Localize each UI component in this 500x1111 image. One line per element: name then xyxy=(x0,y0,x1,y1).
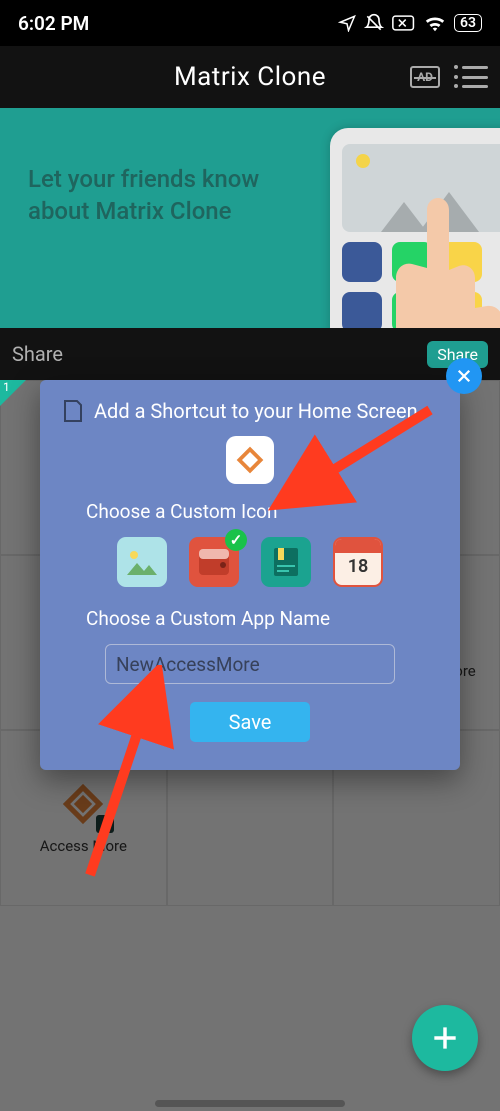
add-fab[interactable] xyxy=(412,1005,478,1071)
promo-text: Let your friends know about Matrix Clone xyxy=(28,163,259,228)
wifi-icon xyxy=(424,14,446,32)
status-icons: 63 xyxy=(338,13,482,33)
menu-list-icon[interactable] xyxy=(462,66,488,88)
app-title: Matrix Clone xyxy=(174,62,326,92)
wallet-icon xyxy=(197,547,231,577)
gallery-icon xyxy=(125,547,159,577)
app-header: Matrix Clone AD xyxy=(0,46,500,108)
current-app-icon xyxy=(226,436,274,484)
choose-icon-label: Choose a Custom Icon xyxy=(86,500,438,523)
clock: 6:02 PM xyxy=(18,12,89,35)
plus-icon xyxy=(429,1022,461,1054)
book-icon xyxy=(271,545,301,579)
shortcut-outline-icon xyxy=(62,398,84,424)
add-shortcut-modal: Add a Shortcut to your Home Screen Choos… xyxy=(40,380,460,770)
close-button[interactable] xyxy=(446,358,482,394)
battery-icon: 63 xyxy=(454,14,482,32)
no-ads-icon[interactable]: AD xyxy=(410,66,440,88)
battery-saver-icon xyxy=(392,15,416,31)
share-bar: Share Share xyxy=(0,328,500,380)
choose-name-label: Choose a Custom App Name xyxy=(86,607,438,630)
calendar-header-icon xyxy=(335,539,381,553)
silent-icon xyxy=(364,13,384,33)
promo-banner[interactable]: Let your friends know about Matrix Clone xyxy=(0,108,500,328)
icon-option-gallery[interactable] xyxy=(117,537,167,587)
hand-pointer-icon xyxy=(360,188,500,328)
location-icon xyxy=(338,14,356,32)
icon-option-book[interactable] xyxy=(261,537,311,587)
share-label: Share xyxy=(12,342,63,366)
status-bar: 6:02 PM 63 xyxy=(0,0,500,46)
calendar-day: 18 xyxy=(348,556,369,577)
close-icon xyxy=(455,367,473,385)
home-indicator[interactable] xyxy=(155,1100,345,1107)
icon-picker-row: 18 xyxy=(62,537,438,587)
app-name-input[interactable] xyxy=(105,644,395,684)
icon-option-wallet[interactable] xyxy=(189,537,239,587)
modal-title: Add a Shortcut to your Home Screen xyxy=(94,399,418,423)
save-button[interactable]: Save xyxy=(190,702,310,742)
icon-option-calendar[interactable]: 18 xyxy=(333,537,383,587)
